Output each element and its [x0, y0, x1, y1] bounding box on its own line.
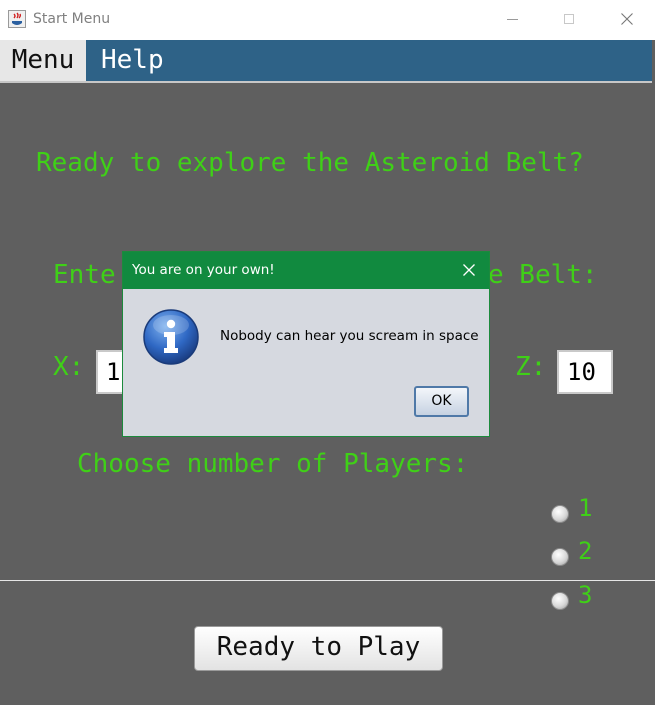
minimize-icon [506, 18, 518, 20]
window-title: Start Menu [33, 11, 111, 27]
players-label: Choose number of Players: [77, 449, 469, 479]
player-option-2[interactable]: 2 [551, 537, 592, 571]
heading-label: Ready to explore the Asteroid Belt? [36, 148, 584, 178]
maximize-button[interactable] [546, 4, 592, 34]
dialog-title: You are on your own! [132, 262, 275, 278]
radio-label: 1 [578, 494, 593, 522]
message-dialog: You are on your own! Nobody can hear you… [122, 251, 490, 437]
ok-button[interactable]: OK [414, 386, 469, 417]
dialog-message: Nobody can hear you scream in space [220, 328, 479, 344]
window-titlebar: Start Menu [0, 0, 655, 40]
menu-item-menu[interactable]: Menu [0, 40, 86, 81]
player-option-1[interactable]: 1 [551, 494, 592, 528]
menu-item-help[interactable]: Help [101, 40, 164, 81]
z-input[interactable]: 10 [557, 350, 613, 394]
ready-to-play-button[interactable]: Ready to Play [194, 626, 443, 671]
menu-bar: Menu Help [0, 40, 652, 83]
radio-button[interactable] [551, 505, 569, 523]
radio-label: 2 [578, 537, 593, 565]
radio-label: 3 [578, 581, 593, 609]
maximize-icon [564, 14, 574, 24]
divider [0, 580, 655, 581]
radio-button[interactable] [551, 592, 569, 610]
enter-size-label-prefix: Ente [53, 260, 116, 290]
info-icon [143, 309, 199, 365]
enter-size-label-suffix: e Belt: [488, 260, 598, 290]
player-option-3[interactable]: 3 [551, 581, 592, 615]
radio-button[interactable] [551, 548, 569, 566]
dialog-titlebar: You are on your own! [123, 252, 489, 289]
x-label: X: [53, 352, 85, 382]
close-icon [463, 264, 475, 276]
z-label: Z: [515, 352, 547, 382]
java-coffee-icon [8, 10, 26, 28]
minimize-button[interactable] [489, 4, 535, 34]
close-button[interactable] [604, 4, 650, 34]
dialog-close-button[interactable] [460, 260, 478, 280]
close-icon [621, 13, 633, 25]
